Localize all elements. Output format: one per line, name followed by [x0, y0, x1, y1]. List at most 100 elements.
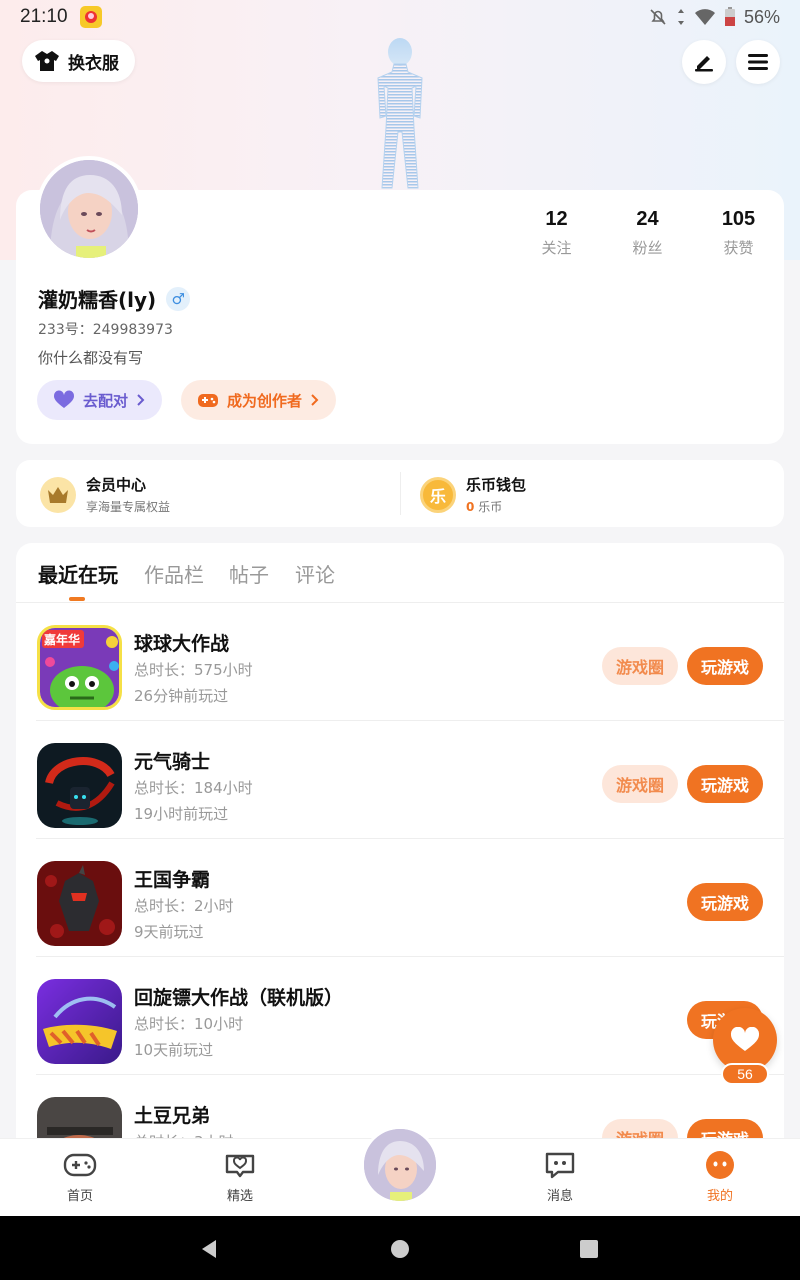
wallet-amount: 0	[466, 500, 475, 514]
back-icon[interactable]	[198, 1238, 220, 1260]
change-outfit-label: 换衣服	[68, 53, 119, 74]
heart-icon	[53, 390, 75, 408]
play-game-button[interactable]: 玩游戏	[687, 765, 763, 803]
chevron-right-icon	[311, 394, 319, 406]
gamepad-icon	[63, 1153, 97, 1177]
following-count: 12	[545, 208, 568, 230]
recents-icon[interactable]	[578, 1238, 600, 1260]
content-panel: 最近在玩 作品栏 帖子 评论 嘉年华 球球大作战 总时长：575小时 26分钟前…	[16, 543, 784, 1163]
game-icon-badge: 嘉年华	[44, 633, 81, 647]
nav-center-avatar[interactable]	[361, 1126, 439, 1204]
heart-icon	[730, 1027, 760, 1051]
following-stat[interactable]: 12 关注	[511, 208, 602, 258]
message-icon	[545, 1152, 575, 1179]
member-center-entry[interactable]: 会员中心 享海量专属权益	[40, 474, 170, 515]
heart-chat-icon	[225, 1154, 255, 1178]
username-row: 灌奶糯香(ly) ♂	[38, 284, 191, 313]
active-tab-indicator	[69, 597, 85, 601]
tab-recently-played[interactable]: 最近在玩	[38, 559, 118, 588]
profile-stats: 12 关注 24 粉丝 105 获赞	[511, 208, 784, 258]
game-icon-ball-battle[interactable]: 嘉年华	[37, 625, 122, 710]
game-last-played: 26分钟前玩过	[134, 687, 229, 705]
tab-comments[interactable]: 评论	[295, 559, 335, 588]
game-last-played: 10天前玩过	[134, 1041, 214, 1059]
likes-count: 105	[721, 208, 756, 230]
member-wallet-bar: 会员中心 享海量专属权益 乐 乐币钱包 0 乐币	[16, 460, 784, 527]
lebi-coin-icon: 乐	[420, 476, 456, 513]
wifi-icon	[694, 9, 715, 25]
game-total-time: 总时长：10小时	[134, 1015, 244, 1033]
game-icon-boomerang[interactable]	[37, 979, 122, 1064]
system-navigation-bar	[0, 1216, 800, 1280]
menu-button[interactable]	[736, 40, 780, 84]
game-name: 回旋镖大作战（联机版）	[134, 987, 344, 1009]
like-count-badge: 56	[721, 1063, 769, 1085]
profile-avatar[interactable]	[36, 156, 142, 262]
wallet-unit: 乐币	[478, 500, 503, 514]
hamburger-menu-icon	[748, 54, 768, 70]
change-outfit-button[interactable]: 换衣服	[22, 40, 135, 82]
game-icon-kingdom-rush[interactable]	[37, 861, 122, 946]
game-icon-soul-knight[interactable]	[37, 743, 122, 828]
game-row[interactable]: 嘉年华 球球大作战 总时长：575小时 26分钟前玩过 游戏圈 玩游戏	[16, 603, 784, 721]
game-row[interactable]: 王国争霸 总时长：2小时 9天前玩过 玩游戏	[16, 839, 784, 957]
profile-face-icon	[706, 1151, 734, 1179]
data-arrows-icon	[677, 9, 684, 25]
tab-posts[interactable]: 帖子	[229, 559, 269, 588]
nav-me-label: 我的	[706, 1189, 733, 1204]
match-button[interactable]: 去配对	[37, 380, 163, 420]
nav-me[interactable]: 我的	[670, 1149, 770, 1204]
game-name: 王国争霸	[134, 869, 211, 891]
pencil-icon	[695, 56, 713, 72]
game-row[interactable]: 元气骑士 总时长：184小时 19小时前玩过 游戏圈 玩游戏	[16, 721, 784, 839]
male-gender-icon: ♂	[166, 286, 191, 311]
game-total-time: 总时长：575小时	[134, 661, 253, 679]
user-id[interactable]: 233号：249983973	[38, 319, 173, 339]
fans-label: 粉丝	[632, 239, 663, 257]
user-bio[interactable]: 你什么都没有写	[38, 347, 143, 368]
status-bar: 21:10 56%	[0, 0, 800, 34]
status-time: 21:10	[20, 6, 68, 27]
play-game-button[interactable]: 玩游戏	[687, 647, 763, 685]
crown-icon	[40, 476, 76, 513]
shirt-icon	[35, 51, 59, 71]
battery-icon	[724, 7, 735, 26]
avatar-hologram-figure[interactable]	[360, 34, 440, 190]
nav-messages[interactable]: 消息	[510, 1149, 610, 1204]
game-last-played: 19小时前玩过	[134, 805, 229, 823]
likes-stat[interactable]: 105 获赞	[693, 208, 784, 258]
game-total-time: 总时长：2小时	[134, 897, 234, 915]
battery-percent: 56%	[743, 6, 780, 27]
game-name: 元气骑士	[134, 751, 211, 773]
game-total-time: 总时长：184小时	[134, 779, 253, 797]
mute-bell-icon	[650, 9, 666, 25]
following-label: 关注	[541, 239, 572, 257]
game-circle-button[interactable]: 游戏圈	[602, 765, 678, 803]
become-creator-button[interactable]: 成为创作者	[181, 380, 337, 420]
game-name: 土豆兄弟	[134, 1105, 211, 1127]
chevron-right-icon	[137, 394, 145, 406]
game-row[interactable]: 回旋镖大作战（联机版） 总时长：10小时 10天前玩过 玩游戏	[16, 957, 784, 1075]
nav-featured[interactable]: 精选	[190, 1149, 290, 1204]
nav-messages-label: 消息	[546, 1189, 573, 1204]
nav-home[interactable]: 首页	[30, 1149, 130, 1204]
member-center-subtitle: 享海量专属权益	[86, 500, 171, 514]
home-icon[interactable]	[389, 1238, 411, 1260]
divider	[400, 472, 401, 515]
match-label: 去配对	[83, 391, 129, 410]
play-game-button[interactable]: 玩游戏	[687, 883, 763, 921]
controller-icon	[198, 394, 218, 407]
nav-home-label: 首页	[66, 1189, 93, 1204]
game-name: 球球大作战	[134, 633, 230, 655]
notification-app-icon	[79, 6, 102, 28]
edit-profile-button[interactable]	[682, 40, 726, 84]
game-last-played: 9天前玩过	[134, 923, 204, 941]
game-circle-button[interactable]: 游戏圈	[602, 647, 678, 685]
nav-featured-label: 精选	[226, 1189, 253, 1204]
username: 灌奶糯香(ly)	[38, 288, 157, 312]
become-creator-label: 成为创作者	[227, 391, 303, 410]
wallet-entry[interactable]: 乐 乐币钱包 0 乐币	[420, 474, 526, 515]
tab-works[interactable]: 作品栏	[144, 559, 204, 588]
wallet-title: 乐币钱包	[466, 476, 527, 494]
fans-stat[interactable]: 24 粉丝	[602, 208, 693, 258]
